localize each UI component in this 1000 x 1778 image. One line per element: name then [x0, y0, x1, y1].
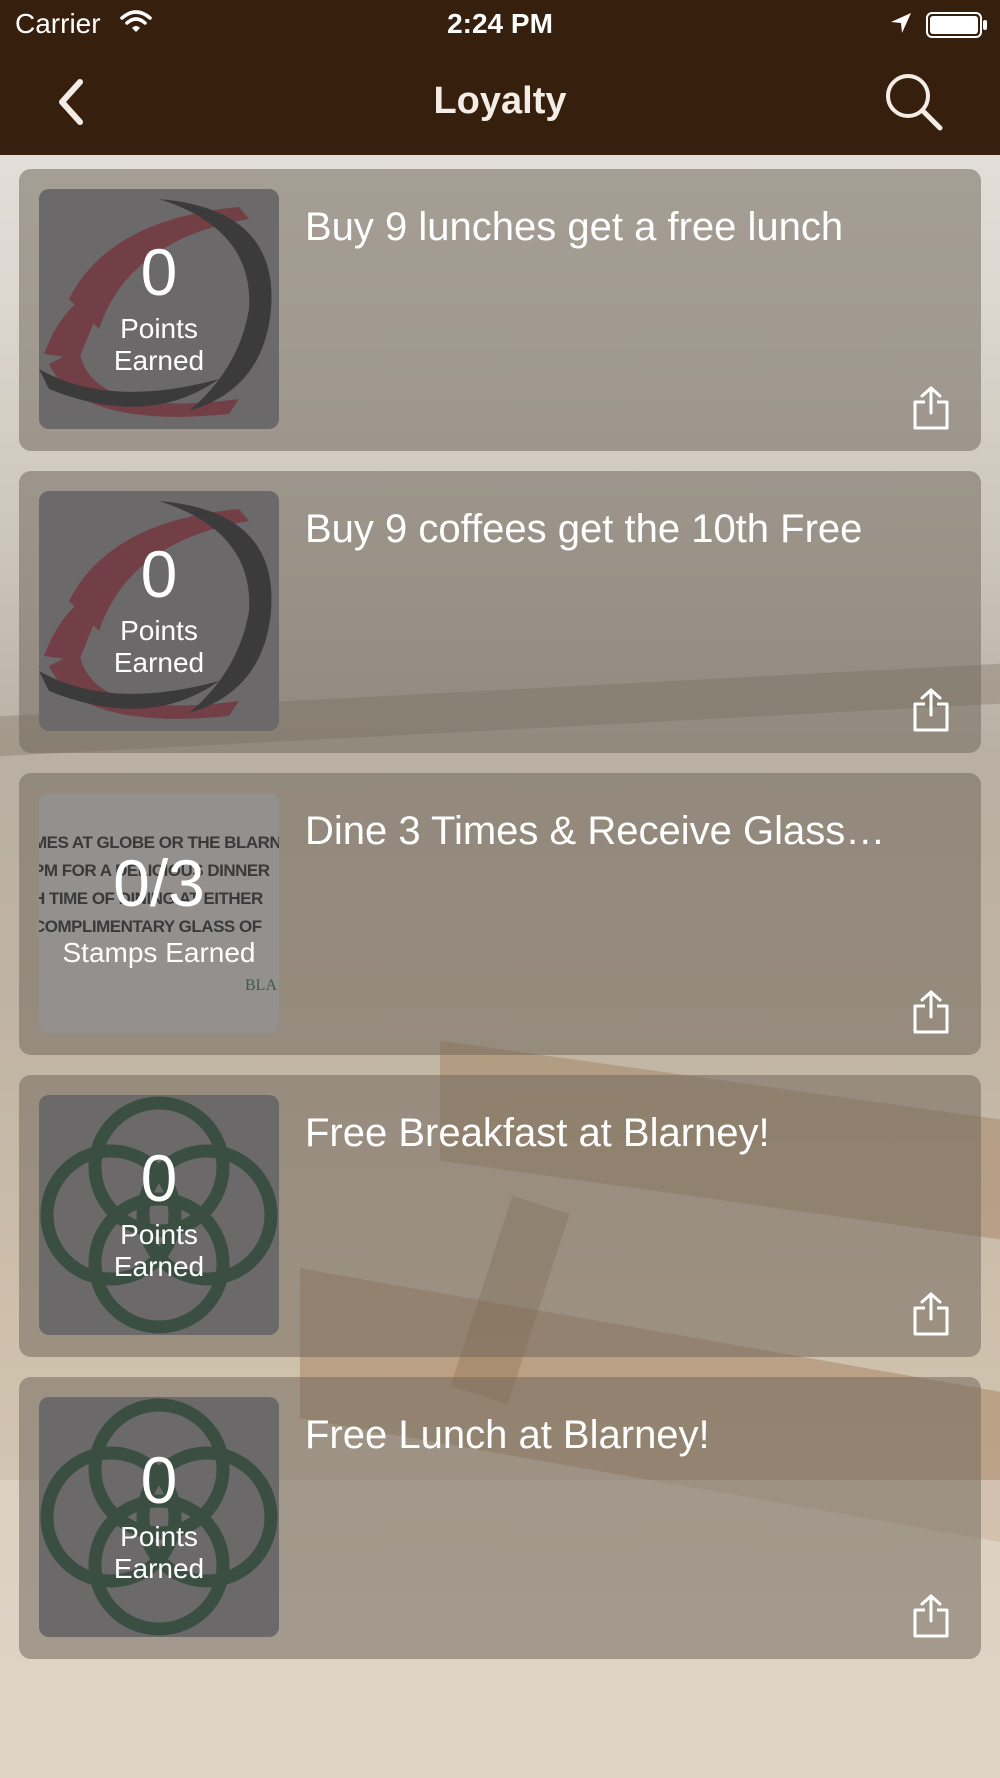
- reward-title: Free Breakfast at Blarney!: [305, 1111, 770, 1155]
- points-label-line: Points: [120, 615, 198, 646]
- points-label-line: Earned: [113, 647, 205, 678]
- thumbnail-overlay: [39, 491, 279, 731]
- loyalty-card[interactable]: MES AT GLOBE OR THE BLARN PM FOR A DELIC…: [19, 773, 981, 1055]
- thumbnail-overlay: [39, 1095, 279, 1335]
- points-count: 0: [140, 1443, 178, 1517]
- reward-thumbnail: 0 Points Earned: [39, 1397, 279, 1637]
- page-title: Loyalty: [433, 80, 567, 122]
- stamps-label: Stamps Earned: [62, 937, 256, 968]
- reward-title: Buy 9 lunches get a free lunch: [305, 205, 844, 249]
- battery-icon: [926, 12, 987, 38]
- reward-title: Dine 3 Times & Receive Glass…: [305, 809, 886, 853]
- loyalty-list: 0 Points Earned Buy 9 lunches get a free…: [19, 169, 981, 1679]
- location-arrow-icon: [891, 13, 911, 33]
- loyalty-card[interactable]: 0 Points Earned Free Lunch at Blarney!: [19, 1377, 981, 1659]
- share-icon[interactable]: [911, 1291, 951, 1337]
- points-label: Points Earned: [39, 313, 279, 377]
- reward-thumbnail: MES AT GLOBE OR THE BLARN PM FOR A DELIC…: [39, 793, 279, 1033]
- thumbnail-overlay: [39, 1397, 279, 1637]
- points-label-line: Earned: [113, 1553, 205, 1584]
- stamps-count: 0/3: [113, 846, 205, 920]
- reward-title: Buy 9 coffees get the 10th Free: [305, 507, 863, 551]
- status-bar: Carrier 2:24 PM: [0, 0, 1000, 50]
- points-label-line: Earned: [113, 345, 205, 376]
- thumbnail-overlay: [39, 189, 279, 429]
- share-icon[interactable]: [911, 989, 951, 1035]
- reward-thumbnail: 0 Points Earned: [39, 491, 279, 731]
- share-icon[interactable]: [911, 687, 951, 733]
- points-label-line: Points: [120, 1219, 198, 1250]
- points-count: 0: [140, 537, 178, 611]
- loyalty-card[interactable]: 0 Points Earned Free Breakfast at Blarne…: [19, 1075, 981, 1357]
- share-icon[interactable]: [911, 1593, 951, 1639]
- status-time: 2:24 PM: [447, 8, 553, 39]
- reward-title: Free Lunch at Blarney!: [305, 1413, 710, 1457]
- navigation-bar: Loyalty: [0, 50, 1000, 155]
- loyalty-card[interactable]: 0 Points Earned Buy 9 coffees get the 10…: [19, 471, 981, 753]
- points-label: Points Earned: [39, 1219, 279, 1283]
- points-count: 0: [140, 235, 178, 309]
- points-label-line: Earned: [113, 1251, 205, 1282]
- share-icon[interactable]: [911, 385, 951, 431]
- points-label-line: Points: [120, 1521, 198, 1552]
- top-bar: Carrier 2:24 PM Loyalty: [0, 0, 1000, 155]
- points-label: Points Earned: [39, 615, 279, 679]
- reward-thumbnail: 0 Points Earned: [39, 189, 279, 429]
- search-icon[interactable]: [882, 70, 946, 134]
- points-label: Points Earned: [39, 1521, 279, 1585]
- points-label-line: Points: [120, 313, 198, 344]
- reward-thumbnail: 0 Points Earned: [39, 1095, 279, 1335]
- points-count: 0: [140, 1141, 178, 1215]
- loyalty-card[interactable]: 0 Points Earned Buy 9 lunches get a free…: [19, 169, 981, 451]
